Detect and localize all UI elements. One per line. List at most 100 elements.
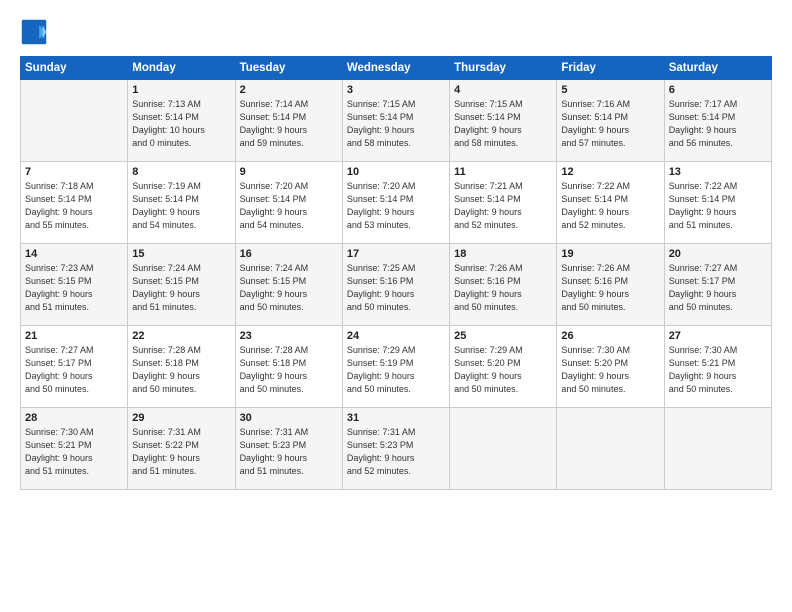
day-number: 13: [669, 166, 767, 178]
day-detail: Sunrise: 7:24 AM Sunset: 5:15 PM Dayligh…: [240, 262, 338, 314]
day-number: 28: [25, 412, 123, 424]
day-cell: 28 Sunrise: 7:30 AM Sunset: 5:21 PM Dayli…: [21, 408, 128, 490]
col-header-tuesday: Tuesday: [235, 57, 342, 80]
day-cell: 4 Sunrise: 7:15 AM Sunset: 5:14 PM Daylig…: [450, 80, 557, 162]
day-detail: Sunrise: 7:18 AM Sunset: 5:14 PM Dayligh…: [25, 180, 123, 232]
day-cell: 8 Sunrise: 7:19 AM Sunset: 5:14 PM Daylig…: [128, 162, 235, 244]
day-cell: 20 Sunrise: 7:27 AM Sunset: 5:17 PM Dayli…: [664, 244, 771, 326]
day-cell: 12 Sunrise: 7:22 AM Sunset: 5:14 PM Dayli…: [557, 162, 664, 244]
day-number: 18: [454, 248, 552, 260]
day-detail: Sunrise: 7:27 AM Sunset: 5:17 PM Dayligh…: [25, 344, 123, 396]
day-number: 2: [240, 84, 338, 96]
day-detail: Sunrise: 7:20 AM Sunset: 5:14 PM Dayligh…: [347, 180, 445, 232]
day-number: 24: [347, 330, 445, 342]
day-detail: Sunrise: 7:19 AM Sunset: 5:14 PM Dayligh…: [132, 180, 230, 232]
day-cell: 21 Sunrise: 7:27 AM Sunset: 5:17 PM Dayli…: [21, 326, 128, 408]
day-number: 23: [240, 330, 338, 342]
day-detail: Sunrise: 7:24 AM Sunset: 5:15 PM Dayligh…: [132, 262, 230, 314]
col-header-sunday: Sunday: [21, 57, 128, 80]
day-cell: 26 Sunrise: 7:30 AM Sunset: 5:20 PM Dayli…: [557, 326, 664, 408]
day-detail: Sunrise: 7:26 AM Sunset: 5:16 PM Dayligh…: [561, 262, 659, 314]
day-number: 17: [347, 248, 445, 260]
day-number: 12: [561, 166, 659, 178]
day-number: 1: [132, 84, 230, 96]
day-number: 29: [132, 412, 230, 424]
day-cell: 11 Sunrise: 7:21 AM Sunset: 5:14 PM Dayli…: [450, 162, 557, 244]
day-number: 4: [454, 84, 552, 96]
day-cell: 5Sunrise: 7:16 AM Sunset: 5:14 PM Daylig…: [557, 80, 664, 162]
day-detail: Sunrise: 7:15 AM Sunset: 5:14 PM Dayligh…: [454, 98, 552, 150]
day-number: 20: [669, 248, 767, 260]
day-cell: 6 Sunrise: 7:17 AM Sunset: 5:14 PM Daylig…: [664, 80, 771, 162]
day-detail: Sunrise: 7:31 AM Sunset: 5:22 PM Dayligh…: [132, 426, 230, 478]
day-detail: Sunrise: 7:29 AM Sunset: 5:20 PM Dayligh…: [454, 344, 552, 396]
day-detail: Sunrise: 7:26 AM Sunset: 5:16 PM Dayligh…: [454, 262, 552, 314]
col-header-monday: Monday: [128, 57, 235, 80]
day-number: 16: [240, 248, 338, 260]
day-number: 30: [240, 412, 338, 424]
day-cell: 7 Sunrise: 7:18 AM Sunset: 5:14 PM Daylig…: [21, 162, 128, 244]
week-row-3: 14 Sunrise: 7:23 AM Sunset: 5:15 PM Dayli…: [21, 244, 772, 326]
day-detail: Sunrise: 7:31 AM Sunset: 5:23 PM Dayligh…: [347, 426, 445, 478]
col-header-thursday: Thursday: [450, 57, 557, 80]
day-cell: 19 Sunrise: 7:26 AM Sunset: 5:16 PM Dayli…: [557, 244, 664, 326]
day-number: 9: [240, 166, 338, 178]
day-detail: Sunrise: 7:30 AM Sunset: 5:21 PM Dayligh…: [669, 344, 767, 396]
day-number: 19: [561, 248, 659, 260]
page: SundayMondayTuesdayWednesdayThursdayFrid…: [0, 0, 792, 612]
day-detail: Sunrise: 7:22 AM Sunset: 5:14 PM Dayligh…: [561, 180, 659, 232]
day-detail: Sunrise: 7:30 AM Sunset: 5:21 PM Dayligh…: [25, 426, 123, 478]
week-row-1: 1Sunrise: 7:13 AM Sunset: 5:14 PM Daylig…: [21, 80, 772, 162]
day-detail: Sunrise: 7:17 AM Sunset: 5:14 PM Dayligh…: [669, 98, 767, 150]
day-cell: 31 Sunrise: 7:31 AM Sunset: 5:23 PM Dayli…: [342, 408, 449, 490]
day-detail: Sunrise: 7:27 AM Sunset: 5:17 PM Dayligh…: [669, 262, 767, 314]
day-number: 26: [561, 330, 659, 342]
day-number: 25: [454, 330, 552, 342]
day-detail: Sunrise: 7:16 AM Sunset: 5:14 PM Dayligh…: [561, 98, 659, 150]
day-detail: Sunrise: 7:15 AM Sunset: 5:14 PM Dayligh…: [347, 98, 445, 150]
day-number: 14: [25, 248, 123, 260]
day-cell: 27Sunrise: 7:30 AM Sunset: 5:21 PM Dayli…: [664, 326, 771, 408]
day-detail: Sunrise: 7:23 AM Sunset: 5:15 PM Dayligh…: [25, 262, 123, 314]
day-detail: Sunrise: 7:28 AM Sunset: 5:18 PM Dayligh…: [132, 344, 230, 396]
day-cell: 16 Sunrise: 7:24 AM Sunset: 5:15 PM Dayli…: [235, 244, 342, 326]
day-cell: 25 Sunrise: 7:29 AM Sunset: 5:20 PM Dayli…: [450, 326, 557, 408]
day-detail: Sunrise: 7:28 AM Sunset: 5:18 PM Dayligh…: [240, 344, 338, 396]
day-cell: 14 Sunrise: 7:23 AM Sunset: 5:15 PM Dayli…: [21, 244, 128, 326]
day-cell: [557, 408, 664, 490]
col-header-wednesday: Wednesday: [342, 57, 449, 80]
day-number: 22: [132, 330, 230, 342]
day-cell: 18 Sunrise: 7:26 AM Sunset: 5:16 PM Dayli…: [450, 244, 557, 326]
day-number: 11: [454, 166, 552, 178]
calendar-table: SundayMondayTuesdayWednesdayThursdayFrid…: [20, 56, 772, 490]
day-number: 8: [132, 166, 230, 178]
day-detail: Sunrise: 7:22 AM Sunset: 5:14 PM Dayligh…: [669, 180, 767, 232]
day-cell: 15 Sunrise: 7:24 AM Sunset: 5:15 PM Dayli…: [128, 244, 235, 326]
day-detail: Sunrise: 7:31 AM Sunset: 5:23 PM Dayligh…: [240, 426, 338, 478]
day-detail: Sunrise: 7:25 AM Sunset: 5:16 PM Dayligh…: [347, 262, 445, 314]
day-number: 7: [25, 166, 123, 178]
day-cell: [664, 408, 771, 490]
day-number: 21: [25, 330, 123, 342]
day-number: 15: [132, 248, 230, 260]
day-detail: Sunrise: 7:21 AM Sunset: 5:14 PM Dayligh…: [454, 180, 552, 232]
day-cell: 23 Sunrise: 7:28 AM Sunset: 5:18 PM Dayli…: [235, 326, 342, 408]
logo-icon: [20, 18, 48, 46]
week-row-5: 28 Sunrise: 7:30 AM Sunset: 5:21 PM Dayli…: [21, 408, 772, 490]
day-cell: [21, 80, 128, 162]
header-row: SundayMondayTuesdayWednesdayThursdayFrid…: [21, 57, 772, 80]
day-cell: 10 Sunrise: 7:20 AM Sunset: 5:14 PM Dayli…: [342, 162, 449, 244]
week-row-4: 21 Sunrise: 7:27 AM Sunset: 5:17 PM Dayli…: [21, 326, 772, 408]
day-cell: 22 Sunrise: 7:28 AM Sunset: 5:18 PM Dayli…: [128, 326, 235, 408]
day-cell: 9Sunrise: 7:20 AM Sunset: 5:14 PM Daylig…: [235, 162, 342, 244]
header: [20, 18, 772, 46]
day-cell: 1Sunrise: 7:13 AM Sunset: 5:14 PM Daylig…: [128, 80, 235, 162]
day-detail: Sunrise: 7:30 AM Sunset: 5:20 PM Dayligh…: [561, 344, 659, 396]
day-cell: [450, 408, 557, 490]
day-cell: 2Sunrise: 7:14 AM Sunset: 5:14 PM Daylig…: [235, 80, 342, 162]
day-cell: 29 Sunrise: 7:31 AM Sunset: 5:22 PM Dayli…: [128, 408, 235, 490]
day-number: 31: [347, 412, 445, 424]
col-header-saturday: Saturday: [664, 57, 771, 80]
day-number: 6: [669, 84, 767, 96]
day-number: 10: [347, 166, 445, 178]
